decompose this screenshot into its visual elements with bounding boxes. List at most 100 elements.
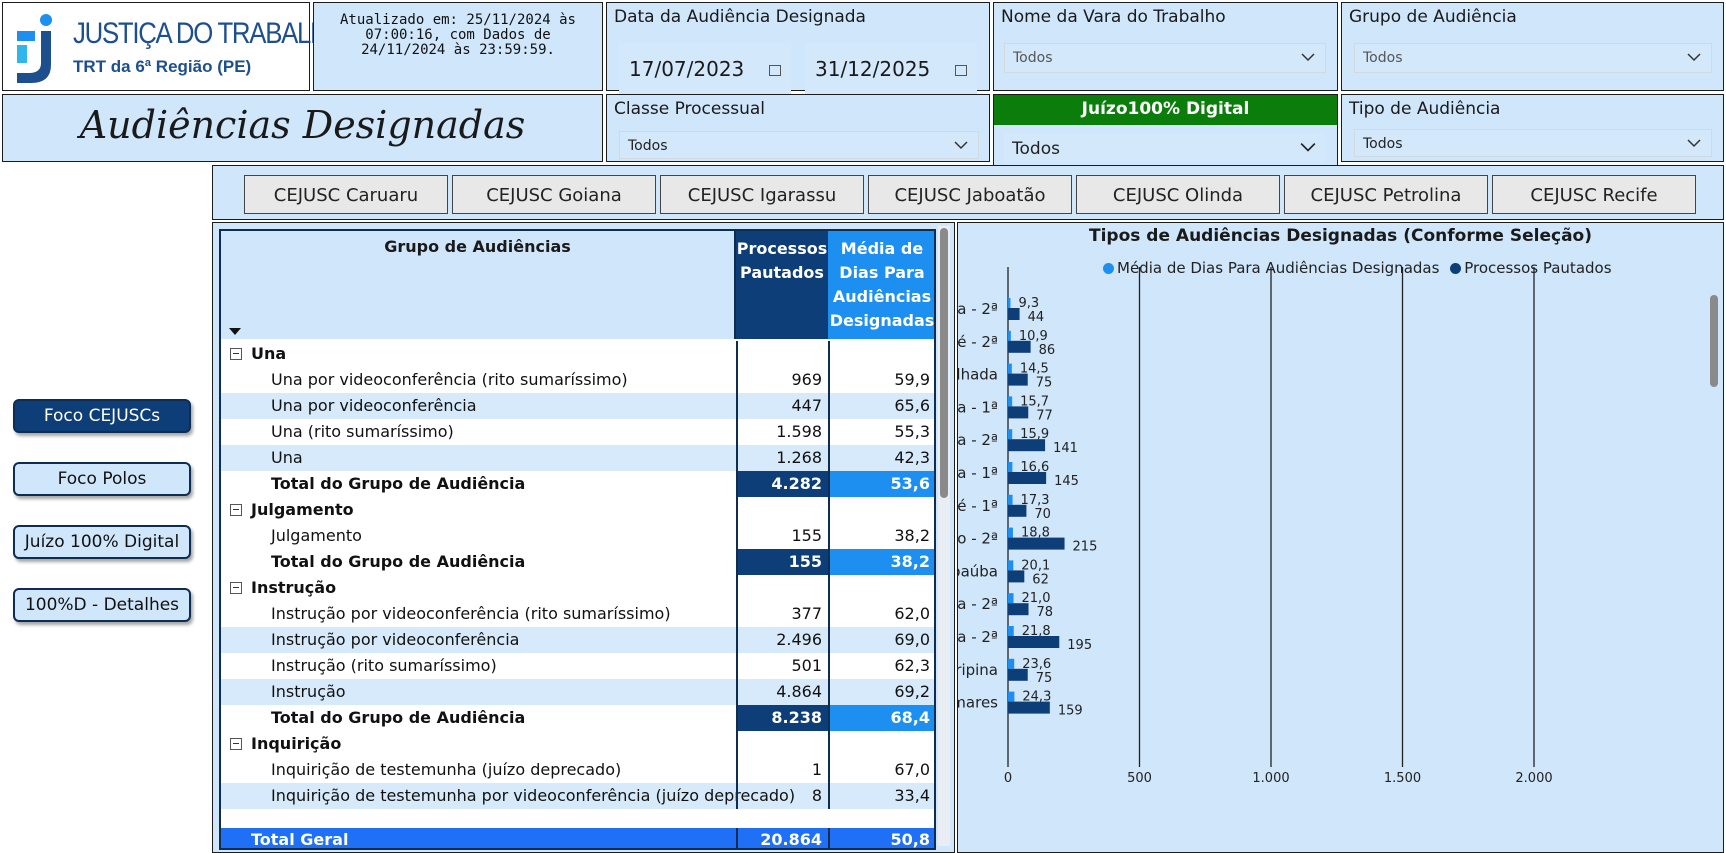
grupo-filter-label: Grupo de Audiência <box>1349 7 1517 27</box>
juizo-digital-dropdown[interactable]: Todos <box>1004 133 1326 163</box>
chevron-down-icon <box>954 141 968 150</box>
table-scrollbar-thumb[interactable] <box>940 228 948 498</box>
sort-desc-icon[interactable] <box>229 328 241 335</box>
row-label: Instrução (rito sumaríssimo) <box>271 656 497 675</box>
cejusc-olinda-button[interactable]: CEJUSC Olinda <box>1076 175 1280 214</box>
cell-processos: 8 <box>736 783 828 809</box>
chart-bar-media <box>1008 396 1013 407</box>
juizo-digital-filter: Juízo100% Digital Todos <box>993 94 1338 166</box>
cejusc-caruaru-button[interactable]: CEJUSC Caruaru <box>244 175 448 214</box>
chart-bar-processos <box>1008 570 1025 583</box>
table-row: Una (rito sumaríssimo) 1.598 55,3 <box>221 419 934 445</box>
table-row: Instrução por videoconferência 2.496 69,0 <box>221 627 934 653</box>
chart-x-tick-label: 2.000 <box>1515 771 1552 786</box>
audiencias-table: Grupo de Audiências Processos Pautados M… <box>219 229 936 850</box>
date-start-field[interactable]: 17/07/2023 <box>619 43 791 95</box>
logo-panel: JUSTIÇA DO TRABALHO TRT da 6ª Região (PE… <box>2 2 347 91</box>
collapse-icon[interactable] <box>230 738 242 750</box>
table-group-row[interactable]: Julgamento <box>221 497 934 523</box>
chart-bar-media <box>1008 527 1013 538</box>
cell-processos <box>736 497 828 523</box>
page-title: Audiências Designadas <box>79 103 526 147</box>
grupo-dropdown[interactable]: Todos <box>1354 43 1712 73</box>
chart-data-label-processos: 78 <box>1037 605 1054 620</box>
grand-total-processos: 20.864 <box>736 828 828 848</box>
cell-processos: 1.268 <box>736 445 828 471</box>
chart-data-label-processos: 77 <box>1036 408 1053 423</box>
cell-media: 33,4 <box>828 783 934 809</box>
chart-bar-processos <box>1008 340 1031 353</box>
column-header-grupo-label: Grupo de Audiências <box>384 237 571 256</box>
chart-data-label-processos: 70 <box>1034 507 1051 522</box>
cell-media <box>828 731 934 757</box>
table-row: Instrução por videoconferência (rito sum… <box>221 601 934 627</box>
collapse-icon[interactable] <box>230 348 242 360</box>
row-label: Una (rito sumaríssimo) <box>271 422 454 441</box>
chart-x-tick-label: 0 <box>1004 771 1012 786</box>
date-filter-label: Data da Audiência Designada <box>614 7 866 27</box>
date-end-field[interactable]: 31/12/2025 <box>805 43 977 95</box>
chart-bar-processos <box>1008 472 1047 484</box>
collapse-icon[interactable] <box>230 582 242 594</box>
cejusc-petrolina-button[interactable]: CEJUSC Petrolina <box>1284 175 1488 214</box>
cell-processos: 1 <box>736 757 828 783</box>
table-row: Inquirição de testemunha (juízo deprecad… <box>221 757 934 783</box>
collapse-icon[interactable] <box>230 504 242 516</box>
table-group-row[interactable]: Instrução <box>221 575 934 601</box>
tipo-dropdown[interactable]: Todos <box>1354 129 1712 157</box>
cejusc-goiana-button[interactable]: CEJUSC Goiana <box>452 175 656 214</box>
column-header-processos[interactable]: Processos Pautados <box>736 231 828 339</box>
cell-processos: 969 <box>736 367 828 393</box>
chart-bar-media <box>1008 658 1015 669</box>
vara-filter-label: Nome da Vara do Trabalho <box>1001 7 1226 27</box>
chart-legend: Média de Dias Para Audiências Designadas… <box>1103 259 1612 277</box>
chart-bar-media <box>1008 691 1015 702</box>
cejusc-recife-button[interactable]: CEJUSC Recife <box>1492 175 1696 214</box>
cell-processos: 2.496 <box>736 627 828 653</box>
chart-bar-media <box>1008 593 1014 604</box>
table-group-row[interactable]: Inquirição <box>221 731 934 757</box>
column-header-media[interactable]: Média de Dias Para Audiências Designadas <box>828 231 934 339</box>
page-title-panel: Audiências Designadas <box>2 94 603 162</box>
tipo-filter: Tipo de Audiência Todos <box>1341 94 1724 162</box>
classe-dropdown[interactable]: Todos <box>619 131 979 159</box>
chart-data-label-processos: 145 <box>1054 474 1079 489</box>
chevron-down-icon <box>1687 139 1701 148</box>
table-group-row[interactable]: Una <box>221 341 934 367</box>
chart-bar-processos <box>1008 636 1060 648</box>
cejusc-jaboatao-button[interactable]: CEJUSC Jaboatão <box>868 175 1072 214</box>
table-row: Una 1.268 42,3 <box>221 445 934 471</box>
table-row: Una por videoconferência 447 65,6 <box>221 393 934 419</box>
chart-scrollbar-thumb[interactable] <box>1710 295 1718 387</box>
foco-cejuscs-button[interactable]: Foco CEJUSCs <box>13 399 191 433</box>
classe-filter-label: Classe Processual <box>614 99 765 119</box>
calendar-icon[interactable] <box>955 65 967 76</box>
row-label: Instrução <box>271 682 346 701</box>
row-label: Una <box>251 344 287 363</box>
row-label: Una por videoconferência (rito sumaríssi… <box>271 370 628 389</box>
table-row: Instrução 4.864 69,2 <box>221 679 934 705</box>
row-label: Instrução <box>251 578 337 597</box>
juizo-100-digital-button[interactable]: Juízo 100% Digital <box>13 525 191 559</box>
chart-category-label: Jaboatão - 2ª <box>958 530 998 548</box>
100d-detalhes-button[interactable]: 100%D - Detalhes <box>13 588 191 622</box>
table-row: Instrução (rito sumaríssimo) 501 62,3 <box>221 653 934 679</box>
cell-processos: 447 <box>736 393 828 419</box>
grupo-dropdown-value: Todos <box>1363 50 1403 66</box>
update-info-text: Atualizado em: 25/11/2024 às 07:00:16, c… <box>339 12 576 58</box>
cell-processos: 155 <box>736 523 828 549</box>
vara-dropdown[interactable]: Todos <box>1004 43 1326 73</box>
column-header-grupo[interactable]: Grupo de Audiências <box>221 231 736 339</box>
cell-media <box>828 575 934 601</box>
cell-media <box>828 497 934 523</box>
date-start-value: 17/07/2023 <box>629 57 745 81</box>
cejusc-igarassu-button[interactable]: CEJUSC Igarassu <box>660 175 864 214</box>
legend-marker-processos <box>1450 263 1462 274</box>
chart-bar-media <box>1008 429 1013 440</box>
cejusc-button-bar: CEJUSC Caruaru CEJUSC Goiana CEJUSC Igar… <box>212 165 1724 220</box>
classe-dropdown-value: Todos <box>628 138 668 154</box>
chart-data-label-media: 9,3 <box>1018 296 1039 311</box>
cell-media: 67,0 <box>828 757 934 783</box>
calendar-icon[interactable] <box>769 65 781 76</box>
foco-polos-button[interactable]: Foco Polos <box>13 462 191 496</box>
